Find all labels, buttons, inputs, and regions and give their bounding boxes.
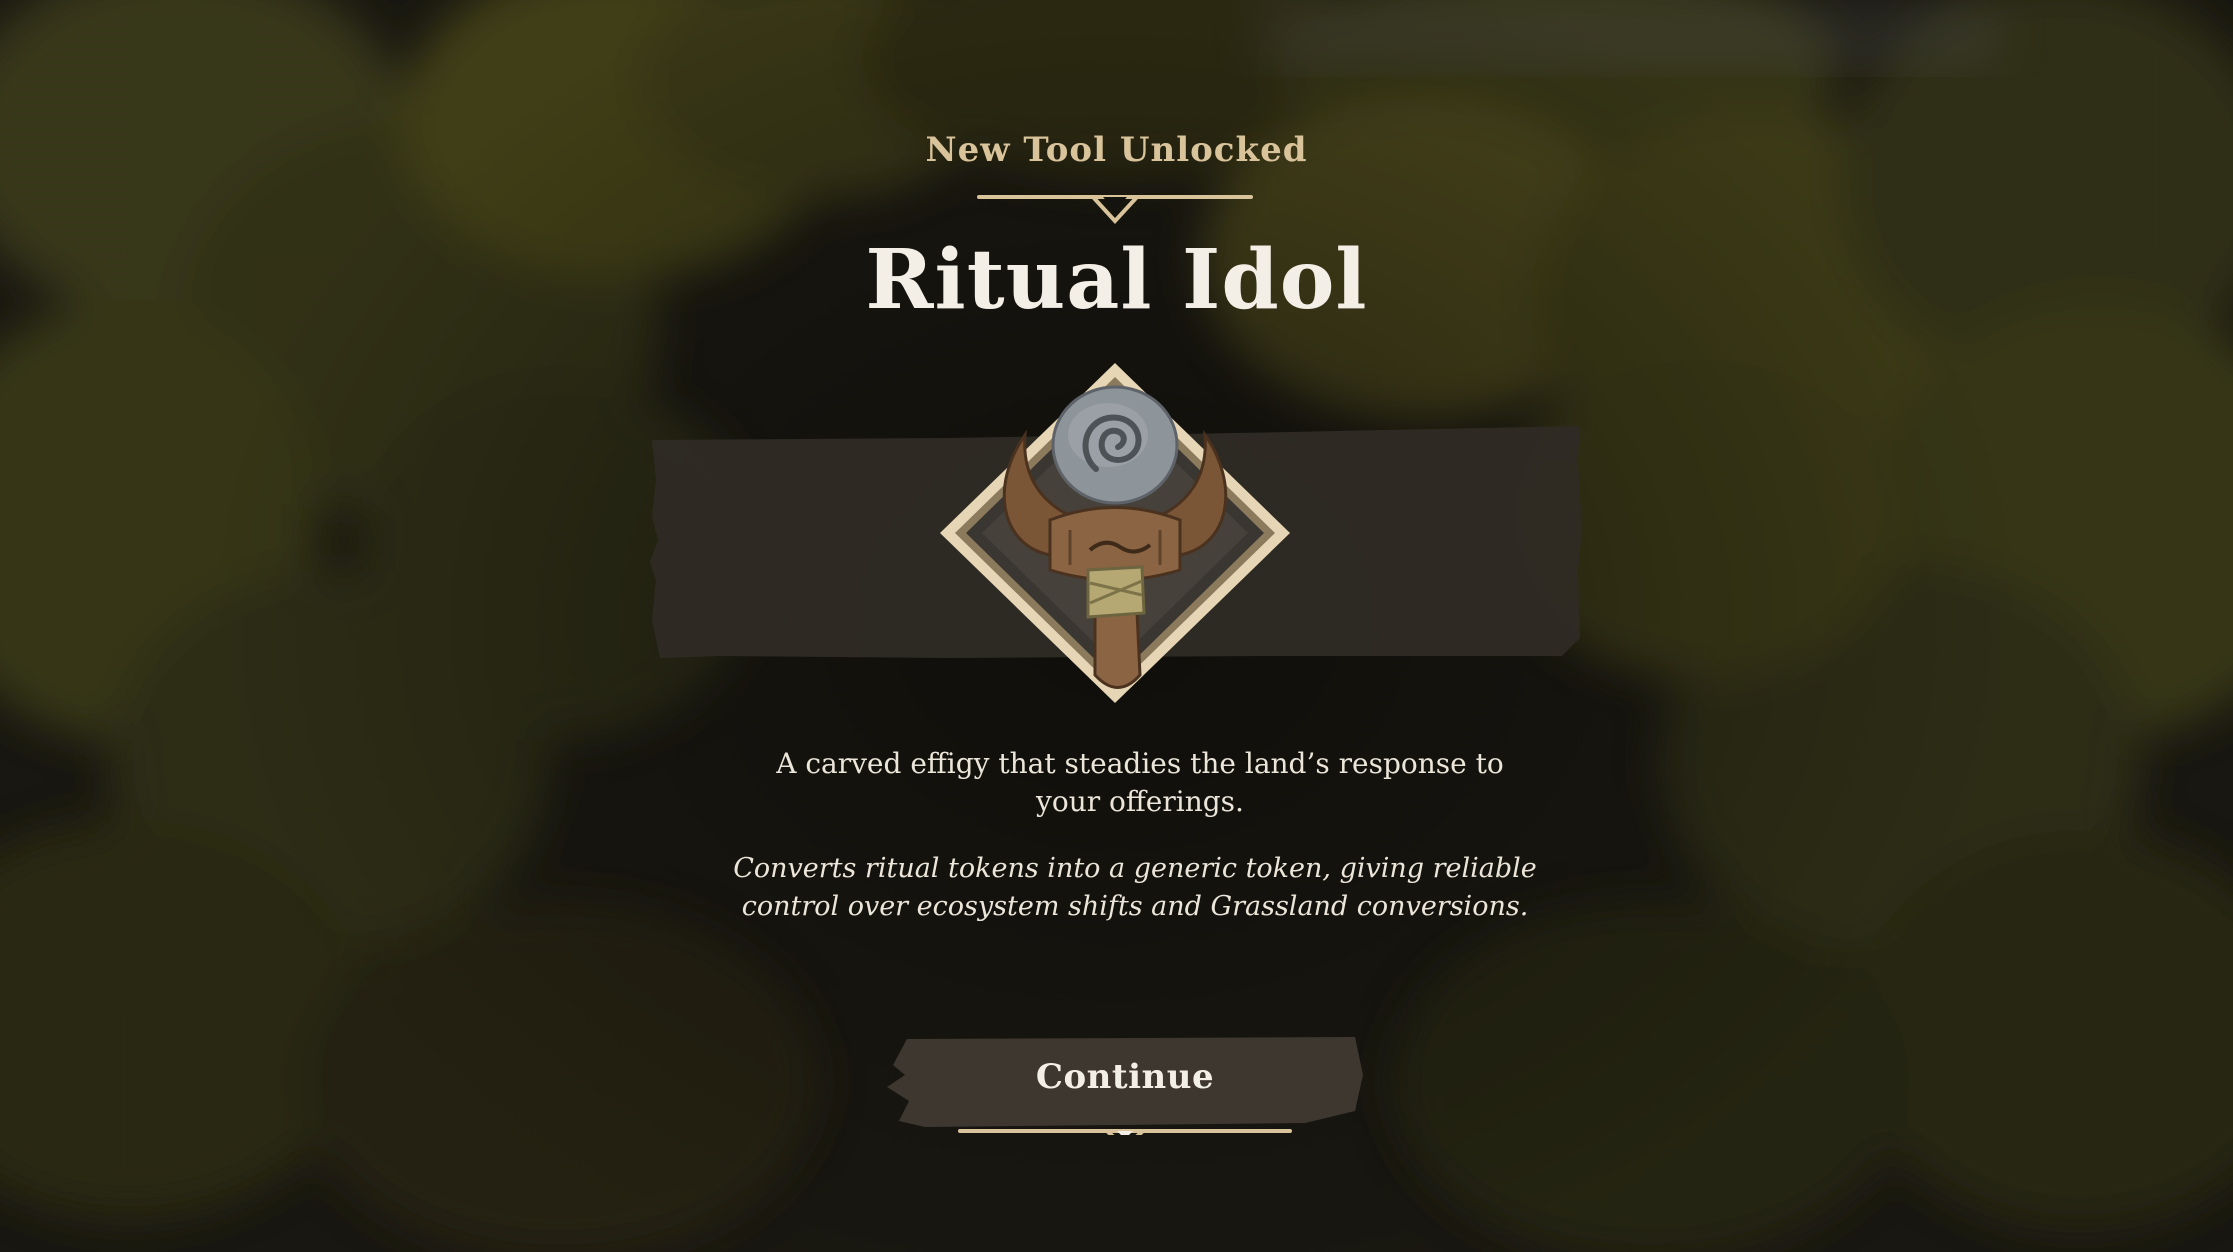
- unlock-screen: New Tool Unlocked Ritual Idol A carved e…: [0, 0, 2233, 1252]
- item-description: A carved effigy that steadies the land’s…: [776, 747, 1504, 818]
- ornament-divider-icon: [977, 195, 1253, 224]
- unlocked-item-title: Ritual Idol: [865, 232, 1368, 328]
- unlock-eyebrow-label: New Tool Unlocked: [925, 130, 1308, 170]
- ritual-idol-icon: [940, 363, 1290, 703]
- item-effect-text: Converts ritual tokens into a generic to…: [733, 853, 1537, 922]
- continue-button-label: Continue: [1035, 1057, 1215, 1097]
- continue-button[interactable]: Continue: [885, 1035, 1365, 1135]
